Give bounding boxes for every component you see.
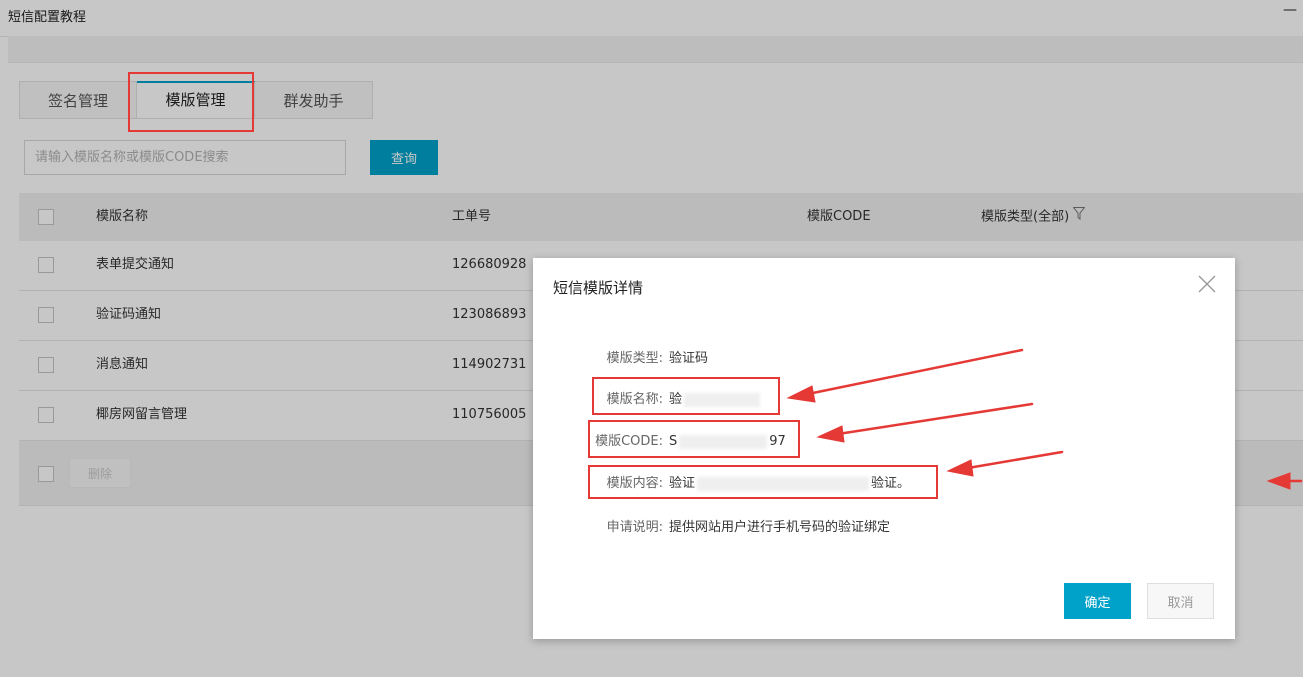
field-label: 模版类型: — [606, 351, 663, 366]
field-template-type: 模版类型: 验证码 — [583, 347, 708, 366]
field-template-code: 模版CODE: S 97 — [583, 430, 786, 449]
template-detail-dialog: 短信模版详情 模版类型: 验证码 模版名称: 验 模版CODE: S 97 模版内容: 验… — [533, 258, 1235, 639]
field-label: 申请说明: — [606, 520, 663, 535]
field-label: 模版CODE: — [595, 434, 663, 449]
field-template-content: 模版内容: 验证 验证。 — [583, 472, 910, 491]
field-value: 验 — [669, 392, 683, 407]
field-template-name: 模版名称: 验 — [583, 388, 761, 407]
redacted-text — [697, 476, 870, 491]
field-value: 提供网站用户进行手机号码的验证绑定 — [669, 520, 891, 535]
field-application-note: 申请说明: 提供网站用户进行手机号码的验证绑定 — [583, 516, 890, 535]
field-value: 验证码 — [669, 351, 709, 366]
field-label: 模版名称: — [606, 392, 663, 407]
redacted-text — [684, 392, 761, 407]
field-value-start: S — [669, 434, 678, 449]
field-value-end: 验证。 — [871, 476, 911, 491]
field-label: 模版内容: — [606, 476, 663, 491]
field-value-end: 97 — [769, 434, 786, 449]
close-icon[interactable] — [1197, 274, 1217, 298]
redacted-text — [679, 434, 768, 449]
field-value-start: 验证 — [669, 476, 696, 491]
confirm-button[interactable]: 确定 — [1064, 583, 1131, 619]
cancel-button[interactable]: 取消 — [1147, 583, 1214, 619]
dialog-title: 短信模版详情 — [553, 279, 644, 297]
